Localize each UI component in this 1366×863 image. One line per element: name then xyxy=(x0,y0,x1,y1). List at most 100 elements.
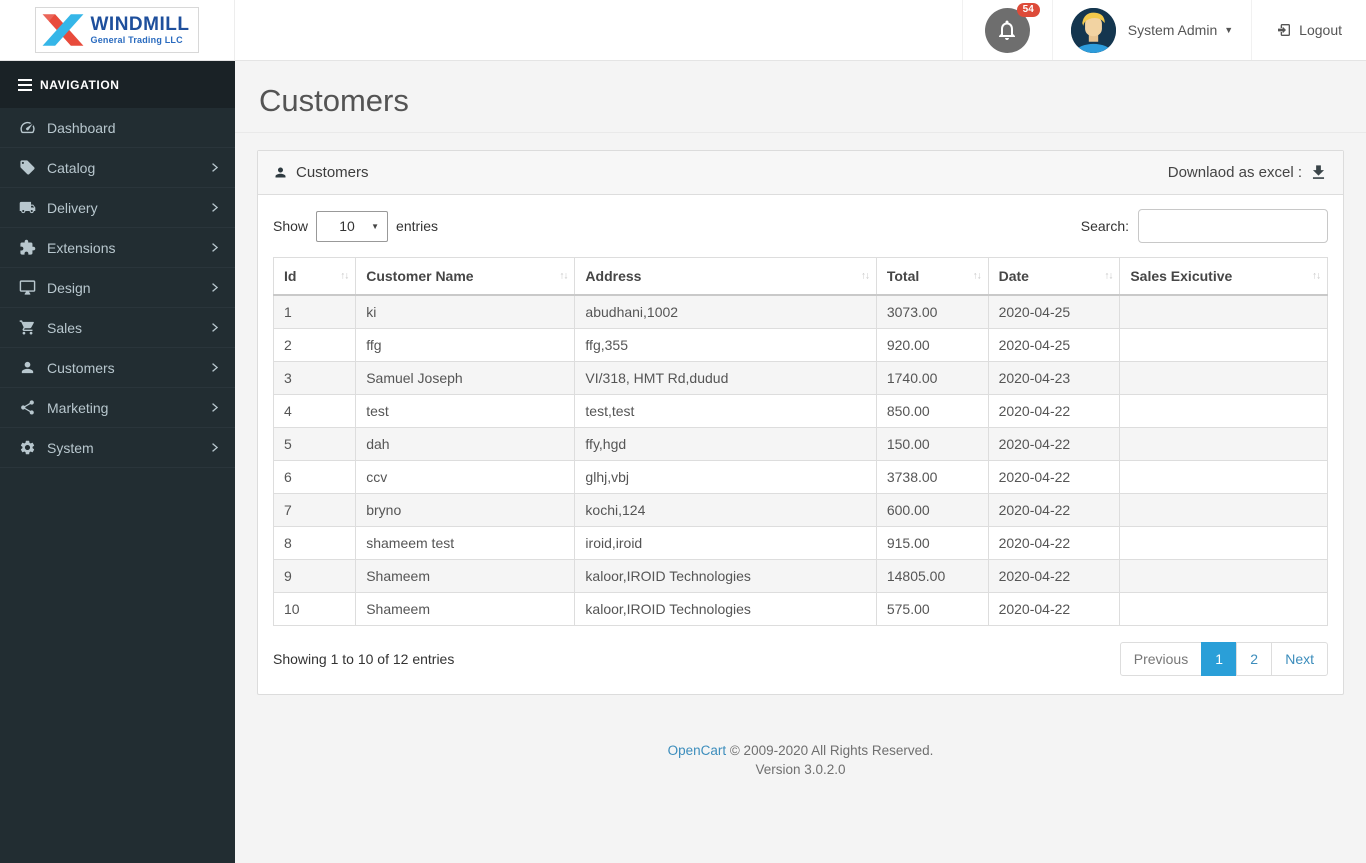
windmill-pinwheel-icon xyxy=(42,14,83,46)
truck-icon xyxy=(19,199,36,216)
page-length-control: Show 10 ▼ entries xyxy=(273,210,438,242)
sidebar-item-catalog[interactable]: Catalog xyxy=(0,148,235,188)
cell-address: iroid,iroid xyxy=(574,526,877,560)
cell-sales_executive xyxy=(1119,460,1328,494)
search-control: Search: xyxy=(1081,209,1328,243)
table-row: 1 ki abudhani,1002 3073.00 2020-04-25 xyxy=(272,294,1328,329)
user-icon xyxy=(19,359,36,376)
cell-total: 600.00 xyxy=(875,493,989,527)
cell-address: ffy,hgd xyxy=(574,427,877,461)
sidebar-item-dashboard[interactable]: Dashboard xyxy=(0,108,235,148)
download-excel-label: Downlaod as excel : xyxy=(1167,164,1302,181)
page-title: Customers xyxy=(259,83,409,118)
cell-id: 6 xyxy=(272,460,357,494)
cell-name: ffg xyxy=(355,328,576,362)
column-label: Sales Exicutive xyxy=(1130,268,1233,284)
main-content: Customers Customers Downlaod as excel : … xyxy=(235,61,1366,863)
table-footer: Showing 1 to 10 of 12 entries Previous 1… xyxy=(273,642,1328,676)
column-header-id[interactable]: Id ↑↓ xyxy=(272,257,357,296)
cell-total: 3738.00 xyxy=(875,460,989,494)
pagination-next[interactable]: Next xyxy=(1271,642,1328,676)
sidebar-header: NAVIGATION xyxy=(0,61,235,108)
avatar xyxy=(1070,7,1116,53)
cell-name: test xyxy=(355,394,576,428)
sidebar-item-extensions[interactable]: Extensions xyxy=(0,228,235,268)
logout-icon xyxy=(1278,24,1291,36)
cell-address: glhj,vbj xyxy=(574,460,877,494)
sidebar-item-delivery[interactable]: Delivery xyxy=(0,188,235,228)
page-length-select[interactable]: 10 ▼ xyxy=(316,210,389,242)
sort-icon: ↑↓ xyxy=(340,270,349,282)
table-row: 10 Shameem kaloor,IROID Technologies 575.00… xyxy=(272,592,1328,626)
cell-sales_executive xyxy=(1119,328,1328,362)
sidebar-item-marketing[interactable]: Marketing xyxy=(0,388,235,428)
column-header-date[interactable]: Date ↑↓ xyxy=(987,257,1121,296)
download-excel-link[interactable]: Downlaod as excel : xyxy=(1168,163,1328,182)
topbar: WINDMILL General Trading LLC 54 System A… xyxy=(0,0,1366,61)
cell-date: 2020-04-22 xyxy=(987,394,1121,428)
cell-total: 920.00 xyxy=(875,328,989,362)
cell-sales_executive xyxy=(1119,394,1328,428)
panel-heading: Customers Downlaod as excel : xyxy=(258,151,1343,195)
user-menu[interactable]: System Admin ▼ xyxy=(1051,0,1251,60)
logout-button[interactable]: Logout xyxy=(1251,0,1366,60)
cell-total: 150.00 xyxy=(875,427,989,461)
cell-name: bryno xyxy=(355,493,576,527)
cell-name: Samuel Joseph xyxy=(355,361,576,395)
cell-name: Shameem xyxy=(355,559,576,593)
cell-date: 2020-04-25 xyxy=(987,328,1121,362)
pagination: Previous 1 2 Next xyxy=(1119,642,1328,676)
logout-label: Logout xyxy=(1299,22,1342,38)
panel-title-group: Customers xyxy=(273,164,369,181)
cell-id: 2 xyxy=(272,328,357,362)
sidebar-item-customers[interactable]: Customers xyxy=(0,348,235,388)
pagination-page-2[interactable]: 2 xyxy=(1236,642,1273,676)
caret-down-icon: ▼ xyxy=(1224,25,1234,35)
column-label: Address xyxy=(585,268,642,284)
cell-address: ffg,355 xyxy=(574,328,877,362)
table-row: 3 Samuel Joseph VI/318, HMT Rd,dudud 1740.0… xyxy=(272,361,1328,395)
cell-address: kaloor,IROID Technologies xyxy=(574,559,877,593)
cell-total: 3073.00 xyxy=(875,294,989,329)
opencart-admin-app: WINDMILL General Trading LLC 54 System A… xyxy=(0,0,1366,863)
brand-name: WINDMILL xyxy=(90,14,190,35)
cell-id: 9 xyxy=(272,559,357,593)
cell-address: test,test xyxy=(574,394,877,428)
puzzle-icon xyxy=(19,239,36,256)
column-header-address[interactable]: Address ↑↓ xyxy=(574,257,877,296)
sidebar-item-system[interactable]: System xyxy=(0,428,235,468)
content-header: Customers xyxy=(235,61,1366,133)
table-row: 9 Shameem kaloor,IROID Technologies 14805.0… xyxy=(272,559,1328,593)
sidebar-menu: Dashboard Catalog Delivery Extensions De… xyxy=(0,108,235,468)
cell-address: kochi,124 xyxy=(574,493,877,527)
cell-sales_executive xyxy=(1119,427,1328,461)
column-header-customer-name[interactable]: Customer Name ↑↓ xyxy=(355,257,576,296)
sidebar-item-sales[interactable]: Sales xyxy=(0,308,235,348)
chevron-right-icon xyxy=(209,361,220,374)
version-text: Version 3.0.2.0 xyxy=(755,762,846,777)
notifications-button[interactable]: 54 xyxy=(961,0,1052,60)
panel-body: Show 10 ▼ entries Search: Id ↑↓ Customer… xyxy=(258,195,1343,694)
cell-sales_executive xyxy=(1119,592,1328,626)
brand-tagline: General Trading LLC xyxy=(90,35,183,45)
cell-date: 2020-04-22 xyxy=(987,526,1121,560)
cell-date: 2020-04-22 xyxy=(987,427,1121,461)
sidebar-item-label: Design xyxy=(47,279,91,296)
chevron-right-icon xyxy=(209,161,220,174)
opencart-link[interactable]: OpenCart xyxy=(668,743,727,758)
table-info: Showing 1 to 10 of 12 entries xyxy=(273,651,455,667)
table-controls: Show 10 ▼ entries Search: xyxy=(273,209,1328,243)
cell-total: 915.00 xyxy=(875,526,989,560)
column-header-total[interactable]: Total ↑↓ xyxy=(875,257,989,296)
search-input[interactable] xyxy=(1138,209,1328,243)
download-icon xyxy=(1312,165,1325,179)
sidebar-item-design[interactable]: Design xyxy=(0,268,235,308)
column-header-sales-executive[interactable]: Sales Exicutive ↑↓ xyxy=(1119,257,1328,296)
search-label: Search: xyxy=(1080,218,1129,234)
pagination-page-1[interactable]: 1 xyxy=(1201,642,1238,676)
home-logo-link[interactable]: WINDMILL General Trading LLC xyxy=(0,0,235,60)
table-row: 5 dah ffy,hgd 150.00 2020-04-22 xyxy=(272,427,1328,461)
hamburger-icon xyxy=(18,78,32,91)
pagination-previous[interactable]: Previous xyxy=(1119,642,1203,676)
cell-name: ki xyxy=(355,294,576,329)
